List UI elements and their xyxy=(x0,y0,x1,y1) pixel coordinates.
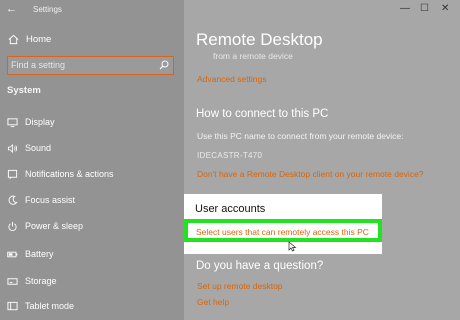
remote-desktop-page: — ☐ ✕ Remote Desktop from a remote devic… xyxy=(184,0,460,320)
sidebar-item-label: Storage xyxy=(25,276,57,286)
user-accounts-section: User accounts Select users that can remo… xyxy=(184,194,382,254)
page-title: Remote Desktop xyxy=(196,30,323,49)
sidebar-item-label: Focus assist xyxy=(25,195,76,205)
close-button[interactable]: ✕ xyxy=(441,3,449,14)
home-icon xyxy=(8,34,19,45)
sidebar-item-storage[interactable]: Storage xyxy=(0,273,184,291)
connect-instructions: Use this PC name to connect from your re… xyxy=(197,131,404,141)
remote-client-link[interactable]: Don't have a Remote Desktop client on yo… xyxy=(197,169,424,179)
sidebar-item-sound[interactable]: Sound xyxy=(0,140,184,158)
get-help-link[interactable]: Get help xyxy=(197,297,229,307)
sidebar-item-battery[interactable]: Battery xyxy=(0,246,184,264)
connect-heading: How to connect to this PC xyxy=(196,108,329,120)
sound-icon xyxy=(7,143,18,154)
page-subtitle: from a remote device xyxy=(213,51,293,61)
search-icon[interactable] xyxy=(159,60,169,70)
focus-assist-icon xyxy=(8,195,18,205)
settings-sidebar: ← Settings Home System Display Sound xyxy=(0,0,184,320)
sidebar-item-tablet-mode[interactable]: Tablet mode xyxy=(0,298,184,316)
setup-remote-desktop-link[interactable]: Set up remote desktop xyxy=(197,281,283,291)
question-heading: Do you have a question? xyxy=(196,260,324,272)
sidebar-item-label: Power & sleep xyxy=(25,221,84,231)
sidebar-item-label: Sound xyxy=(25,143,52,153)
window-title: Settings xyxy=(33,5,62,14)
sidebar-item-label: Battery xyxy=(25,249,54,259)
select-users-link[interactable]: Select users that can remotely access th… xyxy=(196,227,369,237)
sidebar-item-focus-assist[interactable]: Focus assist xyxy=(0,192,184,210)
search-box[interactable] xyxy=(7,56,174,75)
user-accounts-heading: User accounts xyxy=(195,203,266,215)
sidebar-item-notifications[interactable]: Notifications & actions xyxy=(0,166,184,184)
sidebar-item-label: Notifications & actions xyxy=(25,169,114,179)
display-icon xyxy=(7,118,18,128)
title-bar: ← Settings xyxy=(0,0,184,20)
sidebar-item-display[interactable]: Display xyxy=(0,114,184,132)
sidebar-item-label: Home xyxy=(26,34,52,45)
section-label-system: System xyxy=(7,85,41,96)
notifications-icon xyxy=(7,169,18,179)
sidebar-item-home[interactable]: Home xyxy=(0,31,184,49)
mouse-pointer-icon xyxy=(288,241,297,252)
search-input[interactable] xyxy=(11,58,151,72)
sidebar-item-label: Display xyxy=(25,117,55,127)
tablet-mode-icon xyxy=(7,301,18,311)
maximize-button[interactable]: ☐ xyxy=(420,3,429,14)
advanced-settings-link[interactable]: Advanced settings xyxy=(197,74,266,84)
pc-name: IDECASTR-T470 xyxy=(197,151,263,160)
battery-icon xyxy=(7,251,18,258)
storage-icon xyxy=(7,278,18,285)
power-icon xyxy=(8,221,17,231)
back-button[interactable]: ← xyxy=(6,3,17,15)
sidebar-item-label: Tablet mode xyxy=(25,301,75,311)
sidebar-item-power-sleep[interactable]: Power & sleep xyxy=(0,218,184,236)
minimize-button[interactable]: — xyxy=(400,3,410,14)
